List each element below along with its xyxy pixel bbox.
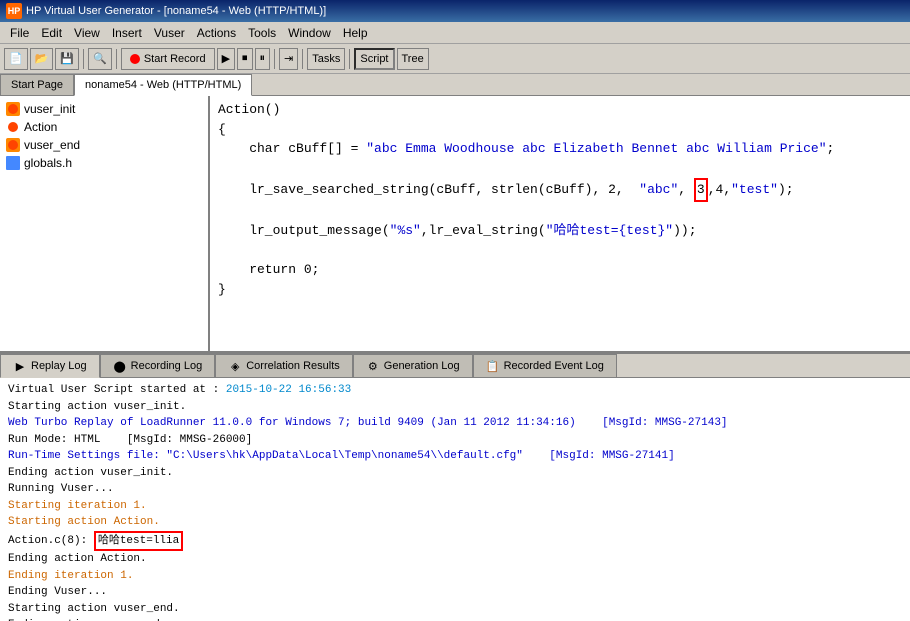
script-label: Script	[360, 53, 388, 65]
tab-recorded-event-log[interactable]: 📋 Recorded Event Log	[473, 354, 617, 377]
menu-edit[interactable]: Edit	[35, 24, 68, 42]
save-icon: 💾	[60, 52, 74, 65]
tree-item-vuser-end[interactable]: vuser_end	[0, 136, 208, 154]
menu-insert[interactable]: Insert	[106, 24, 148, 42]
open-button[interactable]: 📂	[30, 48, 54, 70]
code-function-name: Action()	[218, 100, 902, 120]
tab-generation-log[interactable]: ⚙ Generation Log	[353, 354, 473, 377]
sep2	[116, 49, 117, 69]
tree-item-action[interactable]: Action	[0, 118, 208, 136]
sep4	[302, 49, 303, 69]
record-label: Start Record	[144, 53, 206, 65]
tab-correlation-results[interactable]: ◈ Correlation Results	[215, 354, 353, 377]
vuser-end-icon	[6, 138, 20, 152]
tasks-button[interactable]: Tasks	[307, 48, 345, 70]
toolbar: 📄 📂 💾 🔍 Start Record ▶ ⏹ ⏸ ⇥ Tasks Scrip…	[0, 44, 910, 74]
start-record-button[interactable]: Start Record	[121, 48, 215, 70]
menu-bar: File Edit View Insert Vuser Actions Tool…	[0, 22, 910, 44]
log-line-1: Starting action vuser_init.	[8, 399, 902, 416]
file-tab-bar: Start Page noname54 - Web (HTTP/HTML)	[0, 74, 910, 96]
tree-button[interactable]: Tree	[397, 48, 429, 70]
log-line-14: Ending action vuser_end.	[8, 617, 902, 621]
title-text: HP Virtual User Generator - [noname54 - …	[26, 5, 326, 17]
tasks-label: Tasks	[312, 53, 340, 65]
code-highlight-3: 3	[694, 178, 708, 202]
code-line-blank3	[218, 241, 902, 261]
log-line-11: Ending iteration 1.	[8, 568, 902, 585]
log-line-8: Starting action Action.	[8, 514, 902, 531]
step-button[interactable]: ⇥	[279, 48, 298, 70]
code-brace-open: {	[218, 120, 902, 140]
record-dot-icon	[130, 54, 140, 64]
sep1	[83, 49, 84, 69]
pause-icon: ⏸	[260, 52, 266, 65]
log-line-5: Ending action vuser_init.	[8, 465, 902, 482]
open-icon: 📂	[35, 52, 49, 65]
code-line-2: lr_save_searched_string(cBuff, strlen(cB…	[218, 178, 902, 202]
menu-view[interactable]: View	[68, 24, 106, 42]
tree-label: Tree	[402, 53, 424, 65]
save-button[interactable]: 💾	[55, 48, 79, 70]
menu-window[interactable]: Window	[282, 24, 337, 42]
tab-replay-log[interactable]: ▶ Replay Log	[0, 354, 100, 378]
log-content: Virtual User Script started at : 2015-10…	[0, 378, 910, 621]
script-button[interactable]: Script	[354, 48, 394, 70]
code-line-blank2	[218, 202, 902, 222]
log-line-7: Starting iteration 1.	[8, 498, 902, 515]
log-line-13: Starting action vuser_end.	[8, 601, 902, 618]
sep5	[349, 49, 350, 69]
menu-actions[interactable]: Actions	[191, 24, 242, 42]
main-area: vuser_init Action vuser_end globals.h Ac…	[0, 96, 910, 354]
new-icon: 📄	[9, 52, 23, 65]
sep3	[274, 49, 275, 69]
bottom-tab-bar: ▶ Replay Log ⬤ Recording Log ◈ Correlati…	[0, 354, 910, 378]
action-icon	[6, 120, 20, 134]
new-button[interactable]: 📄	[4, 48, 28, 70]
code-brace-close: }	[218, 280, 902, 300]
tree-item-globals[interactable]: globals.h	[0, 154, 208, 172]
menu-help[interactable]: Help	[337, 24, 374, 42]
log-highlight-value: 哈哈test=llia	[94, 531, 183, 552]
title-bar: HP HP Virtual User Generator - [noname54…	[0, 0, 910, 22]
replay-log-icon: ▶	[13, 359, 27, 373]
code-line-3: lr_output_message("%s",lr_eval_string("哈…	[218, 221, 902, 241]
stop-button[interactable]: ⏹	[237, 48, 253, 70]
recorded-event-log-icon: 📋	[486, 359, 500, 373]
tree-item-vuser-init[interactable]: vuser_init	[0, 100, 208, 118]
correlation-results-icon: ◈	[228, 359, 242, 373]
tree-panel: vuser_init Action vuser_end globals.h	[0, 96, 210, 351]
code-line-1: char cBuff[] = "abc Emma Woodhouse abc E…	[218, 139, 902, 159]
search-icon: 🔍	[93, 52, 107, 65]
menu-tools[interactable]: Tools	[242, 24, 282, 42]
log-line-2: Web Turbo Replay of LoadRunner 11.0.0 fo…	[8, 415, 902, 432]
code-panel[interactable]: Action() { char cBuff[] = "abc Emma Wood…	[210, 96, 910, 351]
log-line-3: Run Mode: HTML [MsgId: MMSG-26000]	[8, 432, 902, 449]
file-tab-start-page[interactable]: Start Page	[0, 74, 74, 95]
log-line-10: Ending action Action.	[8, 551, 902, 568]
tab-recording-log[interactable]: ⬤ Recording Log	[100, 354, 216, 377]
play-icon: ▶	[222, 52, 230, 65]
code-line-blank1	[218, 159, 902, 179]
globals-file-icon	[6, 156, 20, 170]
recording-log-icon: ⬤	[113, 359, 127, 373]
vuser-init-icon	[6, 102, 20, 116]
log-line-6: Running Vuser...	[8, 481, 902, 498]
pause-button[interactable]: ⏸	[255, 48, 271, 70]
menu-file[interactable]: File	[4, 24, 35, 42]
app-icon: HP	[6, 3, 22, 19]
bottom-panel: ▶ Replay Log ⬤ Recording Log ◈ Correlati…	[0, 354, 910, 621]
log-line-12: Ending Vuser...	[8, 584, 902, 601]
search-button[interactable]: 🔍	[88, 48, 112, 70]
stop-icon: ⏹	[242, 52, 248, 65]
menu-vuser[interactable]: Vuser	[148, 24, 191, 42]
play-button[interactable]: ▶	[217, 48, 235, 70]
log-line-0: Virtual User Script started at : 2015-10…	[8, 382, 902, 399]
log-line-4: Run-Time Settings file: "C:\Users\hk\App…	[8, 448, 902, 465]
code-line-return: return 0;	[218, 260, 902, 280]
log-line-9: Action.c(8): 哈哈test=llia	[8, 531, 902, 552]
file-tab-noname54[interactable]: noname54 - Web (HTTP/HTML)	[74, 74, 252, 96]
generation-log-icon: ⚙	[366, 359, 380, 373]
step-icon: ⇥	[284, 52, 293, 65]
